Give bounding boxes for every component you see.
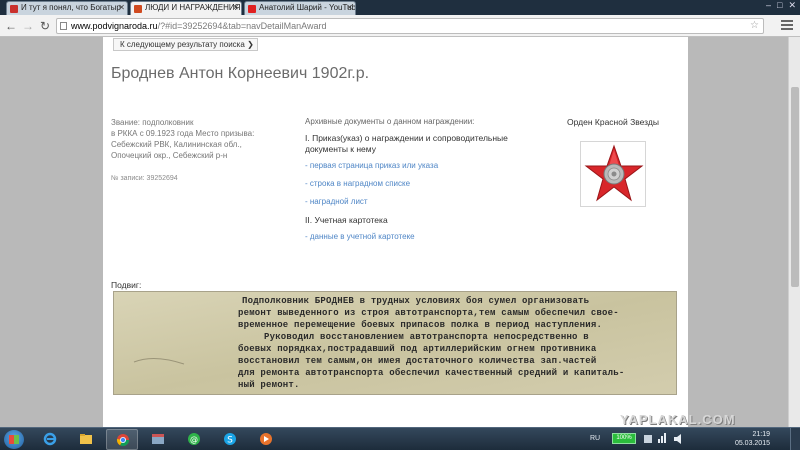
system-tray: RU 100% 21:19 05.03.2015 (590, 428, 770, 450)
media-player-icon (260, 433, 272, 445)
menu-icon[interactable] (780, 18, 794, 34)
link-award-sheet[interactable]: - наградной лист (305, 197, 545, 206)
scrollbar-thumb[interactable] (791, 87, 799, 287)
address-host: www.podvignaroda.ru (71, 21, 158, 31)
page-icon (60, 22, 67, 30)
close-tab-icon[interactable]: ✕ (232, 2, 239, 14)
scan-line: Подполковник БРОДНЕВ в трудных условиях … (242, 296, 590, 306)
rank-line: Себежский РВК, Калининская обл., (111, 140, 242, 149)
section-order: I. Приказ(указ) о награждении и сопровод… (305, 133, 508, 154)
feat-label: Подвиг: (111, 280, 142, 290)
clock-date: 05.03.2015 (734, 440, 770, 447)
link-card-index-data[interactable]: - данные в учетной картотеке (305, 232, 545, 241)
scan-line: восстановил тем самым,он имея достаточно… (238, 356, 597, 366)
link-award-list-row[interactable]: - строка в наградном списке (305, 179, 545, 188)
svg-text:@: @ (190, 435, 198, 444)
window-controls: – □ ✕ (766, 0, 796, 12)
feat-document-scan: Подполковник БРОДНЕВ в трудных условиях … (113, 291, 677, 395)
docs-heading: Архивные документы о данном награждении: (305, 117, 475, 126)
next-result-button[interactable]: К следующему результату поиска ❯ (113, 38, 258, 51)
clock[interactable]: 21:19 05.03.2015 (735, 430, 770, 448)
bookmark-star-icon[interactable]: ☆ (750, 19, 759, 33)
section-card-index: II. Учетная картотека (305, 215, 388, 225)
scan-line: временное перемещение боевых припасов по… (238, 320, 603, 330)
rank-info: Звание: подполковник в РККА с 09.1923 го… (111, 117, 291, 161)
at-sign-icon: @ (188, 433, 200, 445)
forward-arrow-icon[interactable]: → (20, 18, 36, 34)
scan-line: Руководил восстановлением автотранспорта… (264, 332, 589, 342)
skype-icon: S (224, 433, 236, 446)
tab-youtube[interactable]: Анатолий Шарий - YouTube ✕ (244, 1, 356, 15)
next-result-label: К следующему результату поиска (120, 40, 245, 49)
chrome-icon (117, 434, 129, 447)
tab-label: Анатолий Шарий - YouTube (259, 3, 356, 12)
volume-icon (674, 434, 681, 444)
red-star-order-icon (584, 144, 644, 202)
award-site-favicon-icon (134, 5, 142, 13)
page-title: Броднев Антон Корнеевич 1902г.р. (111, 65, 370, 82)
content-sheet: К следующему результату поиска ❯ Броднев… (103, 37, 688, 427)
rank-line: Опочецкий окр., Себежский р-н (111, 151, 228, 160)
taskbar-chrome[interactable] (106, 429, 138, 450)
close-tab-icon[interactable]: ✕ (118, 2, 125, 14)
flag-icon (644, 435, 652, 443)
taskbar-skype[interactable]: S (214, 429, 246, 450)
maximize-icon[interactable]: □ (777, 0, 782, 12)
link-order-first-page[interactable]: - первая страница приказ или указа (305, 161, 545, 170)
taskbar-mail[interactable]: @ (178, 429, 210, 450)
yaplakal-favicon-icon (10, 5, 18, 13)
tab-podvignaroda[interactable]: ЛЮДИ И НАГРАЖДЕНИЯ ✕ (130, 1, 242, 15)
tray-icons (644, 433, 681, 444)
rank-line: Звание: подполковник (111, 118, 194, 127)
award-title: Орден Красной Звезды (567, 117, 659, 127)
minimize-icon[interactable]: – (766, 0, 771, 12)
tab-label: И тут я понял, что Богатыр (21, 3, 121, 12)
show-desktop-button[interactable] (790, 428, 800, 450)
tab-strip: И тут я понял, что Богатыр ✕ ЛЮДИ И НАГР… (0, 0, 800, 15)
taskbar-player[interactable] (250, 429, 282, 450)
watermark: YAPLAKAL.COM (620, 412, 736, 427)
archive-documents: Архивные документы о данном награждении:… (305, 117, 545, 250)
address-bar[interactable]: www.podvignaroda.ru/?#id=39252694&tab=na… (56, 18, 764, 34)
scan-line: ный ремонт. (238, 380, 300, 390)
scan-line: для ремонта автотранспорта обеспечил кач… (238, 368, 625, 378)
award-image[interactable] (580, 141, 646, 207)
scan-line: боевых порядках,пострадавший под артилле… (238, 344, 597, 354)
windows-logo-icon (9, 435, 19, 444)
chevron-right-icon: ❯ (247, 40, 254, 49)
taskbar-app[interactable] (142, 429, 174, 450)
close-window-icon[interactable]: ✕ (788, 0, 796, 12)
start-button[interactable] (4, 430, 24, 449)
tab-yaplakal[interactable]: И тут я понял, что Богатыр ✕ (6, 1, 128, 15)
folder-icon (80, 434, 92, 444)
browser-toolbar: ← → ↻ www.podvignaroda.ru/?#id=39252694&… (0, 15, 800, 37)
internet-explorer-icon (43, 432, 57, 446)
page-viewport: К следующему результату поиска ❯ Броднев… (0, 37, 788, 427)
record-number: № записи: 39252694 (111, 175, 178, 182)
taskbar: @ S RU 100% 21:19 05.03.2015 (0, 427, 800, 450)
back-arrow-icon[interactable]: ← (3, 18, 19, 34)
youtube-favicon-icon (248, 5, 256, 13)
battery-indicator[interactable]: 100% (612, 433, 636, 444)
language-indicator[interactable]: RU (590, 435, 600, 442)
window-icon (152, 434, 164, 444)
taskbar-explorer[interactable] (70, 429, 102, 450)
rank-line: в РККА с 09.1923 года Место призыва: (111, 129, 255, 138)
scan-line: ремонт выведенного из строя автотранспор… (238, 308, 619, 318)
svg-text:S: S (227, 436, 233, 446)
network-icon (658, 439, 660, 443)
reload-icon[interactable]: ↻ (37, 18, 53, 34)
taskbar-ie[interactable] (34, 429, 66, 450)
tab-label: ЛЮДИ И НАГРАЖДЕНИЯ (145, 3, 241, 12)
vertical-scrollbar[interactable] (788, 37, 800, 427)
close-tab-icon[interactable]: ✕ (346, 2, 353, 14)
address-path: /?#id=39252694&tab=navDetailManAward (157, 21, 327, 31)
clock-time: 21:19 (752, 431, 770, 438)
